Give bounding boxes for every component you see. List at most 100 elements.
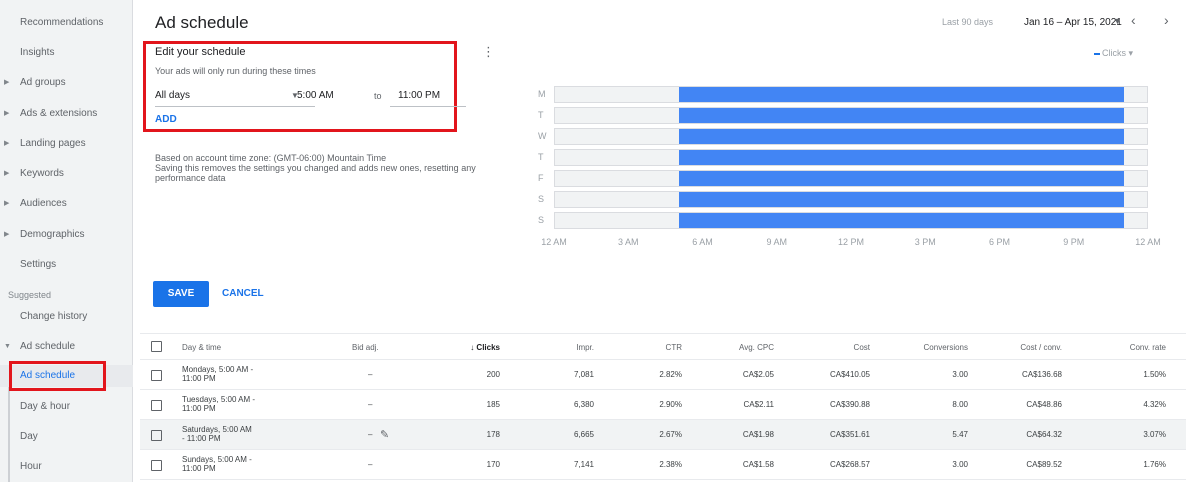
sidebar-item-ad-schedule-group[interactable]: ▼ Ad schedule <box>0 336 133 358</box>
conv-cell: 5.47 <box>952 430 968 439</box>
column-header[interactable]: ↓ Clicks <box>440 343 500 352</box>
sidebar-item-label: Change history <box>20 311 88 322</box>
chevron-left-icon[interactable]: ‹ <box>1131 12 1136 28</box>
sidebar-item-insights[interactable]: Insights <box>0 42 133 64</box>
bid-adj-cell[interactable]: – <box>368 370 372 379</box>
sidebar-item-audiences[interactable]: ▶ Audiences <box>0 193 133 215</box>
hour-tick-label: 12 AM <box>541 237 567 247</box>
hour-tick-label: 6 AM <box>692 237 713 247</box>
save-button[interactable]: SAVE <box>153 281 209 307</box>
row-checkbox[interactable] <box>151 460 162 471</box>
sidebar-item-label: Landing pages <box>20 138 86 149</box>
page-title: Ad schedule <box>155 13 249 32</box>
add-button[interactable]: ADD <box>155 114 177 125</box>
date-range-prefix: Last 90 days <box>942 17 994 27</box>
row-checkbox[interactable] <box>151 430 162 441</box>
impr-cell: 6,665 <box>573 430 594 439</box>
column-header[interactable]: Day & time <box>182 343 221 352</box>
sidebar-item-label: Ad schedule <box>20 341 76 352</box>
metric-select[interactable]: Clicks ▾ <box>1094 48 1133 59</box>
cpc-cell: CA$2.05 <box>742 370 774 379</box>
sidebar-item-change-history[interactable]: Change history <box>0 306 133 328</box>
column-header[interactable]: Avg. CPC <box>720 343 774 352</box>
column-header[interactable]: Bid adj. <box>352 343 379 352</box>
metric-select-value: Clicks <box>1102 48 1126 58</box>
more-vert-icon[interactable]: ⋮ <box>482 44 495 60</box>
column-header[interactable]: CTR <box>630 343 682 352</box>
sidebar-item-keywords[interactable]: ▶ Keywords <box>0 163 133 185</box>
column-header[interactable]: Cost / conv. <box>1000 343 1062 352</box>
date-range-picker[interactable]: Jan 16 – Apr 15, 2021 <box>1024 17 1122 28</box>
cpc-cell: CA$1.58 <box>742 460 774 469</box>
row-checkbox[interactable] <box>151 400 162 411</box>
bid-adj-cell[interactable]: – <box>368 430 372 439</box>
sidebar-item-settings[interactable]: Settings <box>0 254 133 276</box>
day-time-cell: Saturdays, 5:00 AM - 11:00 PM <box>182 425 252 443</box>
cost-cell: CA$390.88 <box>829 400 870 409</box>
sidebar-item-ad-groups[interactable]: ▶ Ad groups <box>0 72 133 94</box>
suggested-section-label: Suggested <box>8 290 52 300</box>
table-row[interactable]: Tuesdays, 5:00 AM -11:00 PM – 185 6,380 2.90… <box>140 390 1186 420</box>
sidebar-item-day-hour[interactable]: Day & hour <box>0 396 133 418</box>
sidebar-item-landing-pages[interactable]: ▶ Landing pages <box>0 133 133 155</box>
series-swatch <box>1094 52 1100 55</box>
column-header[interactable]: Conv. rate <box>1100 343 1166 352</box>
expand-arrow-icon: ▶ <box>4 231 10 238</box>
end-time-field[interactable]: 11:00 PM <box>390 89 466 107</box>
expand-arrow-icon: ▶ <box>4 170 10 177</box>
cpconv-cell: CA$48.86 <box>1026 400 1062 409</box>
edit-pencil-icon[interactable]: ✎ <box>380 428 389 441</box>
sidebar-item-label: Recommendations <box>20 17 104 28</box>
select-all-checkbox[interactable] <box>151 341 162 352</box>
sidebar-item-ads-extensions[interactable]: ▶ Ads & extensions <box>0 103 133 125</box>
day-time-cell: Tuesdays, 5:00 AM -11:00 PM <box>182 395 255 413</box>
day-time-cell: Sundays, 5:00 AM -11:00 PM <box>182 455 252 473</box>
cost-cell: CA$351.61 <box>829 430 870 439</box>
dropdown-arrow-icon[interactable]: ▼ <box>1113 16 1122 26</box>
days-select[interactable]: All days ▼ <box>155 89 315 107</box>
table-row[interactable]: Sundays, 5:00 AM -11:00 PM – 170 7,141 2.38%… <box>140 450 1186 480</box>
impr-cell: 6,380 <box>573 400 594 409</box>
timezone-note-line: Based on account time zone: (GMT-06:00) … <box>155 153 387 163</box>
day-row <box>554 212 1148 229</box>
time-text: 11:00 PM <box>182 464 216 473</box>
table-row[interactable]: Saturdays, 5:00 AM - 11:00 PM – ✎ 178 6,665 2.… <box>140 420 1186 450</box>
cancel-button[interactable]: CANCEL <box>222 288 264 299</box>
sidebar-item-demographics[interactable]: ▶ Demographics <box>0 224 133 246</box>
bid-adj-cell[interactable]: – <box>368 460 372 469</box>
day-label: W <box>538 131 547 141</box>
start-time-field[interactable]: 5:00 AM <box>297 90 334 101</box>
sidebar-item-recommendations[interactable]: Recommendations <box>0 12 133 34</box>
time-text: 11:00 PM <box>182 374 216 383</box>
column-header[interactable]: Cost <box>810 343 870 352</box>
column-header[interactable]: Impr. <box>540 343 594 352</box>
table-row[interactable]: Mondays, 5:00 AM -11:00 PM – 200 7,081 2.82%… <box>140 360 1186 390</box>
day-label: S <box>538 194 545 204</box>
impr-cell: 7,141 <box>573 460 594 469</box>
hour-tick-label: 3 PM <box>914 237 936 247</box>
hour-tick-label: 12 PM <box>837 237 865 247</box>
day-label: F <box>538 173 544 183</box>
hour-tick-label: 3 AM <box>617 237 639 247</box>
rate-cell: 1.76% <box>1143 460 1166 469</box>
sidebar-item-day[interactable]: Day <box>0 426 133 448</box>
clicks-cell: 185 <box>486 400 500 409</box>
cpconv-cell: CA$64.32 <box>1026 430 1062 439</box>
bid-adj-cell[interactable]: – <box>368 400 372 409</box>
sidebar-item-hour[interactable]: Hour <box>0 456 133 478</box>
column-header[interactable]: Conversions <box>900 343 968 352</box>
edit-schedule-subtitle: Your ads will only run during these time… <box>155 66 316 76</box>
row-checkbox[interactable] <box>151 370 162 381</box>
sidebar-item-label: Day & hour <box>20 401 71 412</box>
cpconv-cell: CA$89.52 <box>1026 460 1062 469</box>
day-text: Saturdays, 5:00 AM <box>182 425 252 434</box>
to-label: to <box>374 91 382 101</box>
sidebar-item-label: Insights <box>20 47 55 58</box>
edit-schedule-title: Edit your schedule <box>155 46 246 58</box>
expand-arrow-icon: ▶ <box>4 200 10 207</box>
active-hours-bar <box>678 213 1125 228</box>
day-label: M <box>538 89 546 99</box>
chevron-right-icon[interactable]: › <box>1164 12 1169 28</box>
rate-cell: 3.07% <box>1143 430 1166 439</box>
expand-arrow-icon: ▶ <box>4 110 10 117</box>
